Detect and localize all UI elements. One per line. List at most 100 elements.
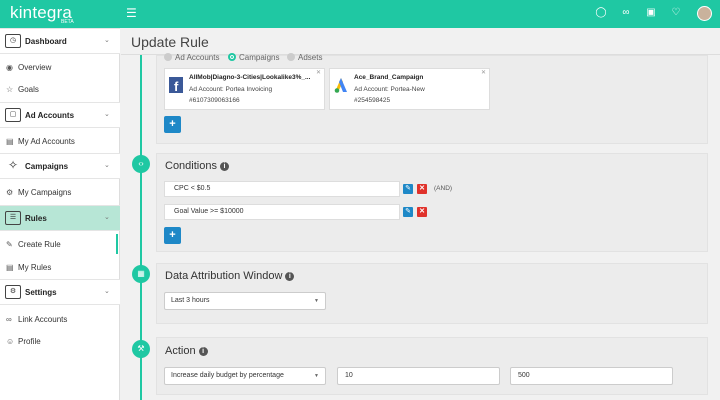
page-header: Update Rule [121, 28, 720, 55]
condition-text: Goal Value >= $10000 [174, 208, 244, 215]
attribution-title: Data Attribution Window i [165, 270, 295, 282]
sidebar-section-label: Campaigns [25, 162, 69, 171]
remove-icon[interactable]: ✕ [316, 69, 321, 76]
rules-icon: ☰ [5, 211, 21, 225]
sidebar-section-rules[interactable]: ☰ Rules ⌄ [0, 205, 120, 231]
edit-icon[interactable]: ✎ [403, 207, 413, 217]
profile-icon: ☺ [6, 337, 15, 346]
sidebar-section-label: Ad Accounts [25, 111, 75, 120]
conditions-title: Conditions i [165, 160, 229, 172]
svg-text:f: f [174, 79, 179, 93]
radio-ad-accounts[interactable]: Ad Accounts [164, 53, 219, 62]
chevron-down-icon: ⌄ [104, 111, 110, 118]
radio-campaigns[interactable]: Campaigns [228, 53, 279, 62]
card-name: AllMob|Diagno-3-Cities|Lookalike3%_... [189, 74, 311, 81]
list-icon: ▤ [6, 263, 14, 272]
info-icon[interactable]: i [198, 347, 208, 356]
settings-icon: ⚙ [5, 285, 21, 299]
radio-label: Campaigns [239, 53, 280, 62]
conditions-title-text: Conditions [165, 160, 217, 172]
attribution-select[interactable]: Last 3 hours ▼ [164, 292, 326, 310]
sidebar-item-label: Create Rule [18, 240, 61, 249]
page-title: Update Rule [131, 34, 209, 50]
action-type-value: Increase daily budget by percentage [171, 372, 284, 379]
action-value-input[interactable]: 10 [337, 367, 500, 385]
sidebar-section-settings[interactable]: ⚙ Settings ⌄ [0, 279, 120, 305]
sidebar-section-ad-accounts[interactable]: ▢ Ad Accounts ⌄ [0, 102, 120, 128]
caret-down-icon: ▼ [314, 373, 319, 379]
sidebar-item-profile[interactable]: ☺ Profile [0, 331, 120, 351]
conditions-panel: Conditions i [156, 153, 708, 252]
sidebar-item-label: Overview [18, 63, 52, 72]
sidebar-item-my-ad-accounts[interactable]: ▤ My Ad Accounts [0, 131, 120, 151]
condition-row: Goal Value >= $10000 [164, 204, 400, 220]
edit-icon[interactable]: ✎ [403, 184, 413, 194]
sidebar-item-label: Link Accounts [18, 315, 68, 324]
action-limit-text: 500 [518, 372, 530, 379]
sidebar-item-goals[interactable]: ☆ Goals [0, 79, 120, 99]
active-indicator [116, 234, 118, 254]
radio-selected-icon [228, 53, 236, 61]
info-icon[interactable]: i [219, 162, 229, 171]
card-account: Ad Account: Portea-New [354, 86, 425, 93]
delete-icon[interactable]: ✕ [417, 207, 427, 217]
sidebar-section-label: Settings [25, 288, 57, 297]
sidebar-item-overview[interactable]: ◉ Overview [0, 57, 120, 77]
condition-joiner: (AND) [434, 185, 453, 192]
zoom-icon[interactable]: ◯ [594, 6, 608, 20]
sidebar-item-label: Profile [18, 337, 41, 346]
menu-icon[interactable]: ☰ [126, 6, 137, 20]
chevron-down-icon: ⌄ [104, 214, 110, 221]
action-panel: Action i [156, 337, 708, 395]
sidebar-item-create-rule[interactable]: ✎ Create Rule [0, 234, 120, 254]
sidebar-item-label: Goals [18, 85, 39, 94]
action-title-text: Action [165, 345, 196, 357]
sidebar-item-my-rules[interactable]: ▤ My Rules [0, 257, 120, 277]
chevron-down-icon: ⌄ [104, 288, 110, 295]
beta-badge: BETA [61, 19, 74, 25]
dashboard-icon: ◷ [5, 34, 21, 48]
google-ads-icon [334, 78, 347, 93]
info-icon[interactable]: i [285, 272, 295, 281]
campaign-icon: ⚙ [6, 188, 14, 197]
create-rule-icon: ✎ [6, 240, 13, 249]
chevron-down-icon: ⌄ [104, 37, 110, 44]
top-bar: kintegra BETA ☰ ◯ ∞ ▣ ♡ [0, 0, 720, 28]
condition-row: CPC < $0.5 [164, 181, 400, 197]
attribution-select-value: Last 3 hours [171, 297, 210, 304]
megaphone-icon: ✧ [7, 158, 19, 172]
sidebar-section-campaigns[interactable]: ✧ Campaigns ⌄ [0, 153, 120, 179]
sidebar-section-label: Rules [25, 214, 47, 223]
sidebar-item-label: My Campaigns [18, 188, 72, 197]
radio-adsets[interactable]: Adsets [287, 53, 322, 62]
sidebar-item-my-campaigns[interactable]: ⚙ My Campaigns [0, 182, 120, 202]
link-icon: ∞ [6, 315, 12, 324]
card-id: #254598425 [354, 97, 391, 104]
avatar[interactable] [697, 6, 712, 21]
condition-text: CPC < $0.5 [174, 185, 211, 192]
attribution-title-text: Data Attribution Window [165, 270, 283, 282]
briefcase-icon[interactable]: ▣ [644, 6, 658, 20]
sidebar-item-label: My Rules [18, 263, 52, 272]
trophy-icon: ☆ [6, 85, 14, 94]
action-type-select[interactable]: Increase daily budget by percentage ▼ [164, 367, 326, 385]
accounts-icon: ▤ [6, 137, 14, 146]
remove-icon[interactable]: ✕ [481, 69, 486, 76]
code-icon: ‹› [132, 155, 150, 173]
sidebar-section-label: Dashboard [25, 37, 67, 46]
radio-label: Ad Accounts [175, 53, 220, 62]
sidebar-section-dashboard[interactable]: ◷ Dashboard ⌄ [0, 28, 120, 54]
action-value-text: 10 [345, 372, 353, 379]
facebook-icon: f [169, 77, 183, 93]
sidebar-item-link-accounts[interactable]: ∞ Link Accounts [0, 309, 120, 329]
bell-icon[interactable]: ♡ [669, 6, 683, 20]
action-limit-input[interactable]: 500 [510, 367, 673, 385]
sidebar-item-label: My Ad Accounts [18, 137, 75, 146]
radio-icon [164, 53, 172, 61]
target-card: ✕ f AllMob|Diagno-3-Cities|Lookalike3%_.… [164, 68, 325, 110]
link-icon[interactable]: ∞ [619, 6, 633, 20]
add-condition-button[interactable]: + [164, 227, 181, 244]
card-name: Ace_Brand_Campaign [354, 74, 424, 81]
add-target-button[interactable]: + [164, 116, 181, 133]
delete-icon[interactable]: ✕ [417, 184, 427, 194]
